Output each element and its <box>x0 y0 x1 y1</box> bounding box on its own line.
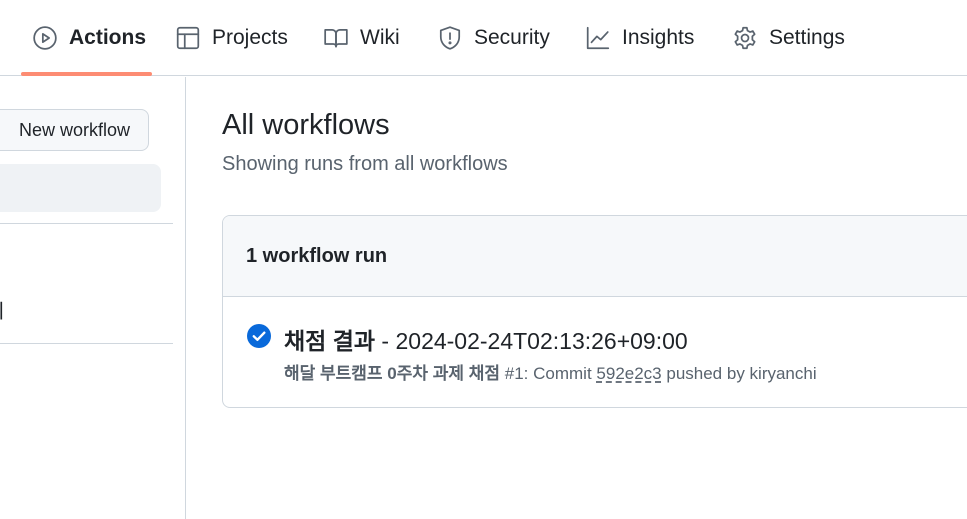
graph-icon <box>585 25 611 51</box>
run-name: 채점 결과 <box>284 328 376 354</box>
book-icon <box>323 25 349 51</box>
run-timestamp: 2024-02-24T02:13:26+09:00 <box>395 328 688 354</box>
gear-icon <box>732 25 758 51</box>
workflow-run-row[interactable]: 채점 결과 - 2024-02-24T02:13:26+09:00 해달 부트캠… <box>223 297 967 407</box>
run-title-link[interactable]: 채점 결과 - 2024-02-24T02:13:26+09:00 <box>284 322 688 356</box>
sidebar-item-all-workflows[interactable] <box>0 164 161 212</box>
tab-projects[interactable]: Projects <box>175 0 288 76</box>
tab-security[interactable]: Security <box>437 0 550 76</box>
run-pushed-by: pushed by kiryanchi <box>661 364 817 383</box>
tab-label: Security <box>474 26 550 49</box>
check-circle-icon <box>247 324 271 348</box>
shield-icon <box>437 25 463 51</box>
run-number: #1: Commit <box>504 364 597 383</box>
run-meta: 해달 부트캠프 0주차 과제 채점 #1: Commit 592e2c3 pus… <box>284 359 817 384</box>
page-title: All workflows <box>222 109 390 141</box>
tab-label: Settings <box>769 26 845 49</box>
workflow-runs-list: 1 workflow run 채점 결과 - 2024-02-24T02:13:… <box>222 215 967 408</box>
sidebar-divider <box>0 343 173 344</box>
active-tab-indicator <box>21 72 152 76</box>
workflows-sidebar: New workflow ㅣ <box>0 77 186 519</box>
sidebar-item-workflow[interactable]: ㅣ <box>0 295 10 324</box>
tab-insights[interactable]: Insights <box>585 0 694 76</box>
run-workflow-name: 해달 부트캠프 0주차 과제 채점 <box>284 364 501 383</box>
sidebar-divider <box>0 223 173 224</box>
tab-actions[interactable]: Actions <box>32 0 146 76</box>
tab-settings[interactable]: Settings <box>732 0 845 76</box>
new-workflow-button[interactable]: New workflow <box>0 109 149 151</box>
play-icon <box>32 25 58 51</box>
tab-label: Projects <box>212 26 288 49</box>
tab-label: Insights <box>622 26 695 49</box>
repo-nav: Actions Projects Wiki Security Insights … <box>0 0 967 76</box>
tab-label: Actions <box>69 26 147 49</box>
runs-count: 1 workflow run <box>246 245 388 267</box>
tab-label: Wiki <box>360 26 400 49</box>
tab-wiki[interactable]: Wiki <box>323 0 400 76</box>
commit-sha-link[interactable]: 592e2c3 <box>596 364 661 383</box>
page-subtitle: Showing runs from all workflows <box>222 153 508 175</box>
run-title-separator: - <box>375 328 396 354</box>
table-icon <box>175 25 201 51</box>
runs-list-header: 1 workflow run <box>223 216 967 297</box>
